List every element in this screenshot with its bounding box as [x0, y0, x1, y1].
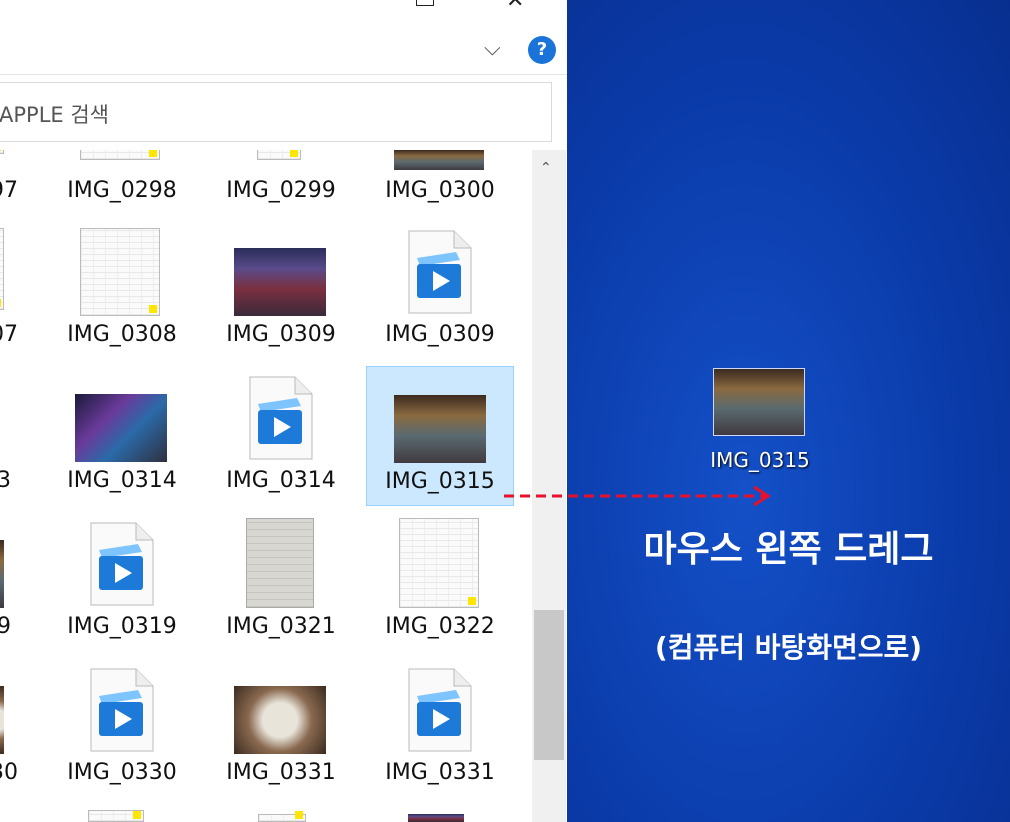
- file-thumbnail: [80, 150, 160, 160]
- file-name: IMG_0331: [385, 760, 495, 785]
- file-name: IMG_0319: [67, 614, 177, 639]
- file-thumbnail: [0, 686, 4, 754]
- file-item[interactable]: IMG_0330: [48, 658, 196, 798]
- file-item-selected[interactable]: IMG_0315: [366, 366, 514, 506]
- search-input[interactable]: APPLE 검색: [0, 82, 552, 142]
- desktop-file-icon[interactable]: [713, 368, 805, 436]
- file-name: IMG_0298: [67, 178, 177, 203]
- video-file-icon: [90, 522, 154, 606]
- file-explorer-window: ✕ ⌵ ? APPLE 검색 97 IMG_0298 IMG_0299 IMG_…: [0, 0, 567, 822]
- video-file-icon: [249, 376, 313, 460]
- file-thumbnail: [80, 228, 160, 316]
- instruction-text: 마우스 왼쪽 드레그: [643, 529, 934, 570]
- file-item[interactable]: IMG_0314: [48, 366, 196, 506]
- file-item[interactable]: IMG_0314: [207, 366, 355, 506]
- file-name: IMG_0330: [67, 760, 177, 785]
- file-thumbnail: [234, 686, 326, 754]
- file-name: IMG_0315: [385, 469, 495, 494]
- file-thumbnail: [257, 150, 301, 160]
- maximize-button[interactable]: [416, 0, 434, 6]
- file-item[interactable]: IMG_0300: [366, 150, 514, 203]
- scrollbar-thumb[interactable]: [534, 610, 564, 760]
- help-icon[interactable]: ?: [528, 36, 556, 64]
- file-thumbnail: [234, 248, 326, 316]
- desktop-background: IMG_0315: [567, 0, 1010, 822]
- file-name: IMG_0314: [67, 468, 177, 493]
- file-thumbnail: [258, 811, 306, 822]
- file-thumbnail: [0, 150, 4, 154]
- file-item[interactable]: IMG_0309: [207, 220, 355, 360]
- video-file-icon: [408, 230, 472, 314]
- file-item[interactable]: IMG_0331: [366, 658, 514, 798]
- file-thumbnail: [75, 394, 167, 462]
- file-name: IMG_0322: [385, 614, 495, 639]
- title-bar-buttons: ✕: [400, 0, 560, 12]
- file-thumbnail: [408, 814, 464, 822]
- search-placeholder: APPLE 검색: [0, 103, 109, 127]
- file-name: IMG_0309: [226, 322, 336, 347]
- file-name: IMG_0331: [226, 760, 336, 785]
- file-thumbnail: [0, 540, 4, 608]
- file-name: IMG_0309: [385, 322, 495, 347]
- file-thumbnail: [0, 228, 4, 310]
- file-item[interactable]: IMG_0321: [207, 512, 355, 652]
- scroll-up-icon[interactable]: ⌃: [540, 160, 552, 176]
- file-item[interactable]: IMG_0309: [366, 220, 514, 360]
- video-file-icon: [90, 668, 154, 752]
- close-button[interactable]: ✕: [506, 0, 524, 12]
- file-item[interactable]: IMG_0299: [207, 150, 355, 203]
- file-thumbnail: [394, 150, 484, 170]
- file-thumbnail: [88, 810, 144, 822]
- file-item[interactable]: IMG_0298: [48, 150, 196, 203]
- file-thumbnail: [394, 395, 486, 463]
- file-item[interactable]: IMG_0331: [207, 658, 355, 798]
- video-file-icon: [408, 668, 472, 752]
- file-grid: 97 IMG_0298 IMG_0299 IMG_0300 07 IMG_030…: [0, 150, 532, 822]
- file-name: IMG_0321: [226, 614, 336, 639]
- desktop-file-label: IMG_0315: [710, 448, 810, 472]
- file-name: IMG_0314: [226, 468, 336, 493]
- drag-arrow-icon: [504, 485, 771, 507]
- file-thumbnail: [399, 518, 479, 608]
- file-item[interactable]: IMG_0319: [48, 512, 196, 652]
- file-item[interactable]: IMG_0308: [48, 220, 196, 360]
- divider: [0, 74, 567, 75]
- file-thumbnail: [246, 518, 314, 608]
- instruction-subtext: (컴퓨터 바탕화면으로): [654, 631, 923, 664]
- file-name: IMG_0299: [226, 178, 336, 203]
- expand-ribbon-chevron-icon[interactable]: ⌵: [484, 36, 501, 61]
- file-name: IMG_0308: [67, 322, 177, 347]
- file-name: IMG_0300: [385, 178, 495, 203]
- file-item[interactable]: IMG_0322: [366, 512, 514, 652]
